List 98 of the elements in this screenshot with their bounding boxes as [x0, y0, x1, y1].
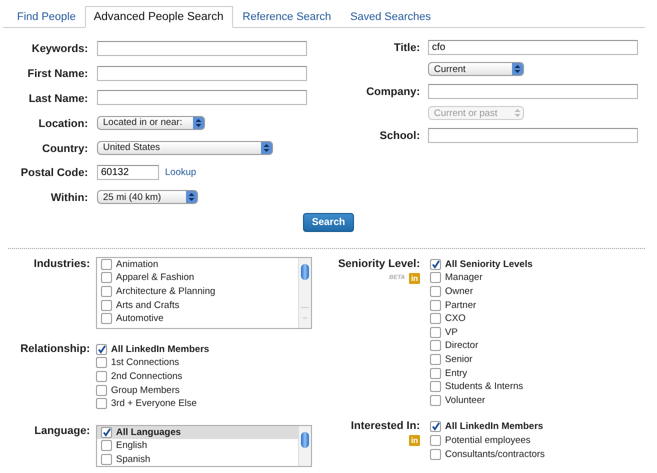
- option-label: Senior: [445, 354, 472, 366]
- checkbox[interactable]: [96, 371, 107, 382]
- option-label: All Seniority Levels: [445, 258, 533, 270]
- option-label: Director: [445, 340, 478, 352]
- option-label: All LinkedIn Members: [111, 344, 210, 355]
- field-label: Country:: [42, 142, 88, 155]
- stepper-icon: [512, 107, 523, 119]
- filter-label: Interested In:: [350, 420, 420, 432]
- option-label: VP: [445, 326, 458, 338]
- option-label: Volunteer: [445, 394, 486, 406]
- field-label: Postal Code:: [20, 167, 88, 180]
- stepper-icon: [193, 116, 204, 129]
- checkbox[interactable]: [430, 368, 441, 379]
- logo-icon: in: [409, 435, 420, 446]
- scrollbar[interactable]: [298, 426, 311, 466]
- checkbox[interactable]: [96, 384, 107, 396]
- filter-label: Seniority Level:: [338, 258, 420, 270]
- filter-label: Industries:: [34, 258, 90, 270]
- option-label: 3rd + Everyone Else: [111, 398, 197, 410]
- dropdown[interactable]: United States: [97, 140, 273, 155]
- checkbox[interactable]: [430, 381, 441, 392]
- field-label: Location:: [38, 118, 88, 130]
- list-row[interactable]: Spanish: [97, 452, 298, 466]
- field-label: Title:: [394, 42, 420, 54]
- option-label: Group Members: [111, 384, 180, 396]
- option-label: Architecture & Planning: [116, 286, 216, 298]
- logo-icon: in: [409, 272, 420, 284]
- checkbox[interactable]: [101, 426, 112, 438]
- option-label: Owner: [445, 286, 473, 298]
- scrollbar[interactable]: [298, 258, 311, 328]
- list-row[interactable]: English: [97, 439, 298, 453]
- checkbox[interactable]: [430, 313, 441, 324]
- option-label: 2nd Connections: [111, 371, 182, 382]
- dropdown[interactable]: Located in or near:: [97, 116, 205, 130]
- option-label: Automotive: [116, 313, 164, 324]
- option-label: Animation: [116, 258, 158, 270]
- checkbox[interactable]: [101, 258, 112, 270]
- stepper-icon: [261, 142, 272, 154]
- checkbox[interactable]: [101, 454, 112, 466]
- option-label: English: [116, 440, 148, 452]
- dropdown[interactable]: 25 mi (40 km): [97, 190, 198, 204]
- option-label: Partner: [445, 300, 476, 311]
- field-label: Company:: [366, 86, 420, 98]
- checkbox[interactable]: [101, 272, 112, 284]
- stepper-icon: [512, 63, 523, 75]
- input-field[interactable]: [97, 40, 307, 56]
- checkbox[interactable]: [101, 300, 112, 311]
- checkbox[interactable]: [101, 286, 112, 298]
- checkbox[interactable]: [430, 421, 441, 432]
- checkbox[interactable]: [430, 394, 441, 406]
- field-label: School:: [380, 130, 420, 142]
- option-label: All Languages: [116, 426, 181, 438]
- option-label: Spanish: [116, 454, 150, 466]
- input-field[interactable]: [428, 128, 638, 142]
- field-label: Keywords:: [32, 43, 88, 56]
- dropdown[interactable]: Current: [428, 62, 524, 76]
- input-field[interactable]: [97, 66, 307, 81]
- checkbox[interactable]: [96, 357, 107, 368]
- tab[interactable]: Advanced People Search: [84, 6, 233, 28]
- checkbox[interactable]: [430, 354, 441, 366]
- option-label: 1st Connections: [111, 357, 180, 368]
- checkbox[interactable]: [430, 258, 441, 270]
- option-label: Students & Interns: [445, 381, 524, 392]
- option-label: Apparel & Fashion: [116, 272, 194, 284]
- checkbox[interactable]: [430, 286, 441, 298]
- tab[interactable]: Saved Searches: [340, 8, 440, 27]
- checkbox[interactable]: [430, 272, 441, 284]
- option-label: CXO: [445, 313, 466, 324]
- checkbox[interactable]: [430, 435, 441, 446]
- checkbox[interactable]: [430, 326, 441, 338]
- input-field[interactable]: 60132: [97, 164, 159, 180]
- option-label: Entry: [445, 368, 468, 379]
- input-field[interactable]: cfo: [428, 40, 638, 54]
- option-label: All LinkedIn Members: [445, 421, 544, 432]
- checkbox[interactable]: [430, 340, 441, 352]
- option-label: Consultants/contractors: [445, 448, 545, 460]
- option-label: Manager: [445, 272, 482, 284]
- option-label: Arts and Crafts: [116, 300, 180, 311]
- checkbox[interactable]: [101, 313, 112, 324]
- checkbox[interactable]: [430, 448, 441, 460]
- input-field[interactable]: [428, 84, 638, 98]
- tab[interactable]: Reference Search: [232, 8, 340, 27]
- input-field[interactable]: [97, 90, 307, 106]
- field-label: Within:: [50, 192, 88, 204]
- checkbox[interactable]: [96, 398, 107, 410]
- filter-label: Language:: [34, 424, 90, 437]
- checkbox[interactable]: [101, 440, 112, 452]
- tab[interactable]: Find People: [7, 8, 85, 27]
- checkbox[interactable]: [96, 344, 107, 355]
- stepper-icon: [186, 191, 197, 204]
- list-row[interactable]: All Languages: [97, 426, 298, 440]
- option-label: Potential employees: [445, 435, 531, 446]
- field-label: First Name:: [27, 68, 88, 80]
- filter-label: Relationship:: [20, 342, 90, 355]
- lookup-link[interactable]: Lookup: [165, 166, 196, 178]
- field-label: Last Name:: [28, 92, 88, 105]
- checkbox[interactable]: [430, 300, 441, 311]
- search-button[interactable]: Search: [303, 212, 354, 232]
